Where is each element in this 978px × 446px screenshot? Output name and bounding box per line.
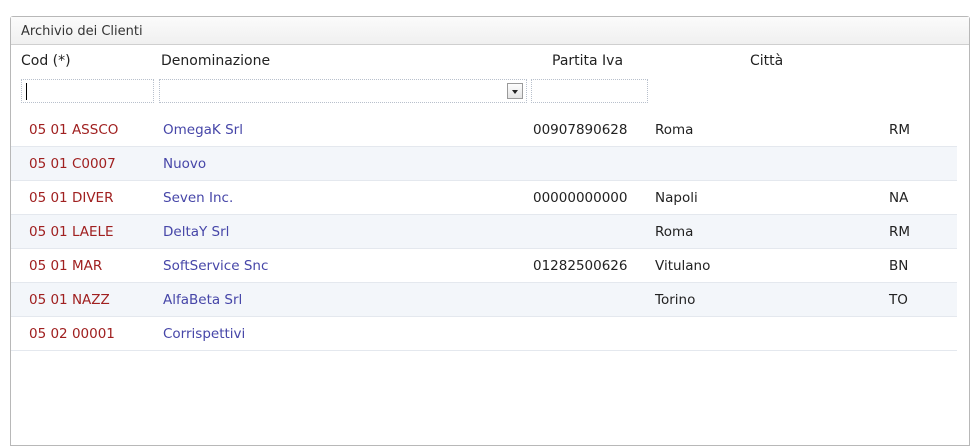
cell-citta: Torino <box>655 292 696 308</box>
cell-citta: Roma <box>655 122 694 138</box>
clients-archive-panel: Archivio dei Clienti Cod (*) Denominazio… <box>10 16 970 446</box>
cell-partita-iva: 00000000000 <box>533 190 628 206</box>
filter-row <box>11 79 969 107</box>
cell-citta: Vitulano <box>655 258 711 274</box>
denominazione-filter-combo[interactable] <box>159 79 527 103</box>
cod-filter-field[interactable] <box>21 79 154 103</box>
cod-filter-input[interactable] <box>22 80 153 102</box>
cell-cod: 05 01 DIVER <box>29 190 114 206</box>
panel-header: Archivio dei Clienti <box>11 17 969 45</box>
cell-denominazione: SoftService Snc <box>163 258 269 274</box>
table-row[interactable]: 05 01 C0007 Nuovo <box>11 147 957 181</box>
table-row[interactable]: 05 01 DIVER Seven Inc. 00000000000 Napol… <box>11 181 957 215</box>
partita-iva-filter-field[interactable] <box>531 79 648 103</box>
column-headers: Cod (*) Denominazione Partita Iva Città <box>11 53 969 73</box>
cell-denominazione: OmegaK Srl <box>163 122 243 138</box>
cell-provincia: TO <box>889 292 908 308</box>
column-header-partita-iva[interactable]: Partita Iva <box>552 53 623 69</box>
cell-cod: 05 01 MAR <box>29 258 103 274</box>
cell-cod: 05 01 LAELE <box>29 224 114 240</box>
denominazione-filter-input[interactable] <box>160 80 526 102</box>
cell-provincia: BN <box>889 258 909 274</box>
table-row[interactable]: 05 01 ASSCO OmegaK Srl 00907890628 Roma … <box>11 113 957 147</box>
cell-provincia: NA <box>889 190 909 206</box>
table-row[interactable]: 05 01 MAR SoftService Snc 01282500626 Vi… <box>11 249 957 283</box>
cell-provincia: RM <box>889 224 911 240</box>
text-cursor <box>26 83 27 100</box>
panel-title: Archivio dei Clienti <box>21 24 143 39</box>
cell-provincia: RM <box>889 122 911 138</box>
column-header-citta[interactable]: Città <box>750 53 783 69</box>
cell-denominazione: DeltaY Srl <box>163 224 230 240</box>
table-row[interactable]: 05 02 00001 Corrispettivi <box>11 317 957 351</box>
cell-citta: Napoli <box>655 190 698 206</box>
cell-denominazione: Nuovo <box>163 156 207 172</box>
cell-cod: 05 01 NAZZ <box>29 292 110 308</box>
cell-denominazione: Corrispettivi <box>163 326 246 342</box>
table-row[interactable]: 05 01 LAELE DeltaY Srl Roma RM <box>11 215 957 249</box>
cell-partita-iva: 01282500626 <box>533 258 628 274</box>
column-header-denominazione[interactable]: Denominazione <box>161 53 270 69</box>
column-header-cod[interactable]: Cod (*) <box>21 53 71 69</box>
cell-denominazione: AlfaBeta Srl <box>163 292 243 308</box>
cell-partita-iva: 00907890628 <box>533 122 628 138</box>
chevron-down-icon[interactable] <box>507 83 523 99</box>
cell-cod: 05 01 C0007 <box>29 156 116 172</box>
cell-citta: Roma <box>655 224 694 240</box>
partita-iva-filter-input[interactable] <box>532 80 647 102</box>
cell-cod: 05 01 ASSCO <box>29 122 119 138</box>
clients-table-body: 05 01 ASSCO OmegaK Srl 00907890628 Roma … <box>11 113 957 351</box>
cell-cod: 05 02 00001 <box>29 326 115 342</box>
cell-denominazione: Seven Inc. <box>163 190 234 206</box>
table-row[interactable]: 05 01 NAZZ AlfaBeta Srl Torino TO <box>11 283 957 317</box>
